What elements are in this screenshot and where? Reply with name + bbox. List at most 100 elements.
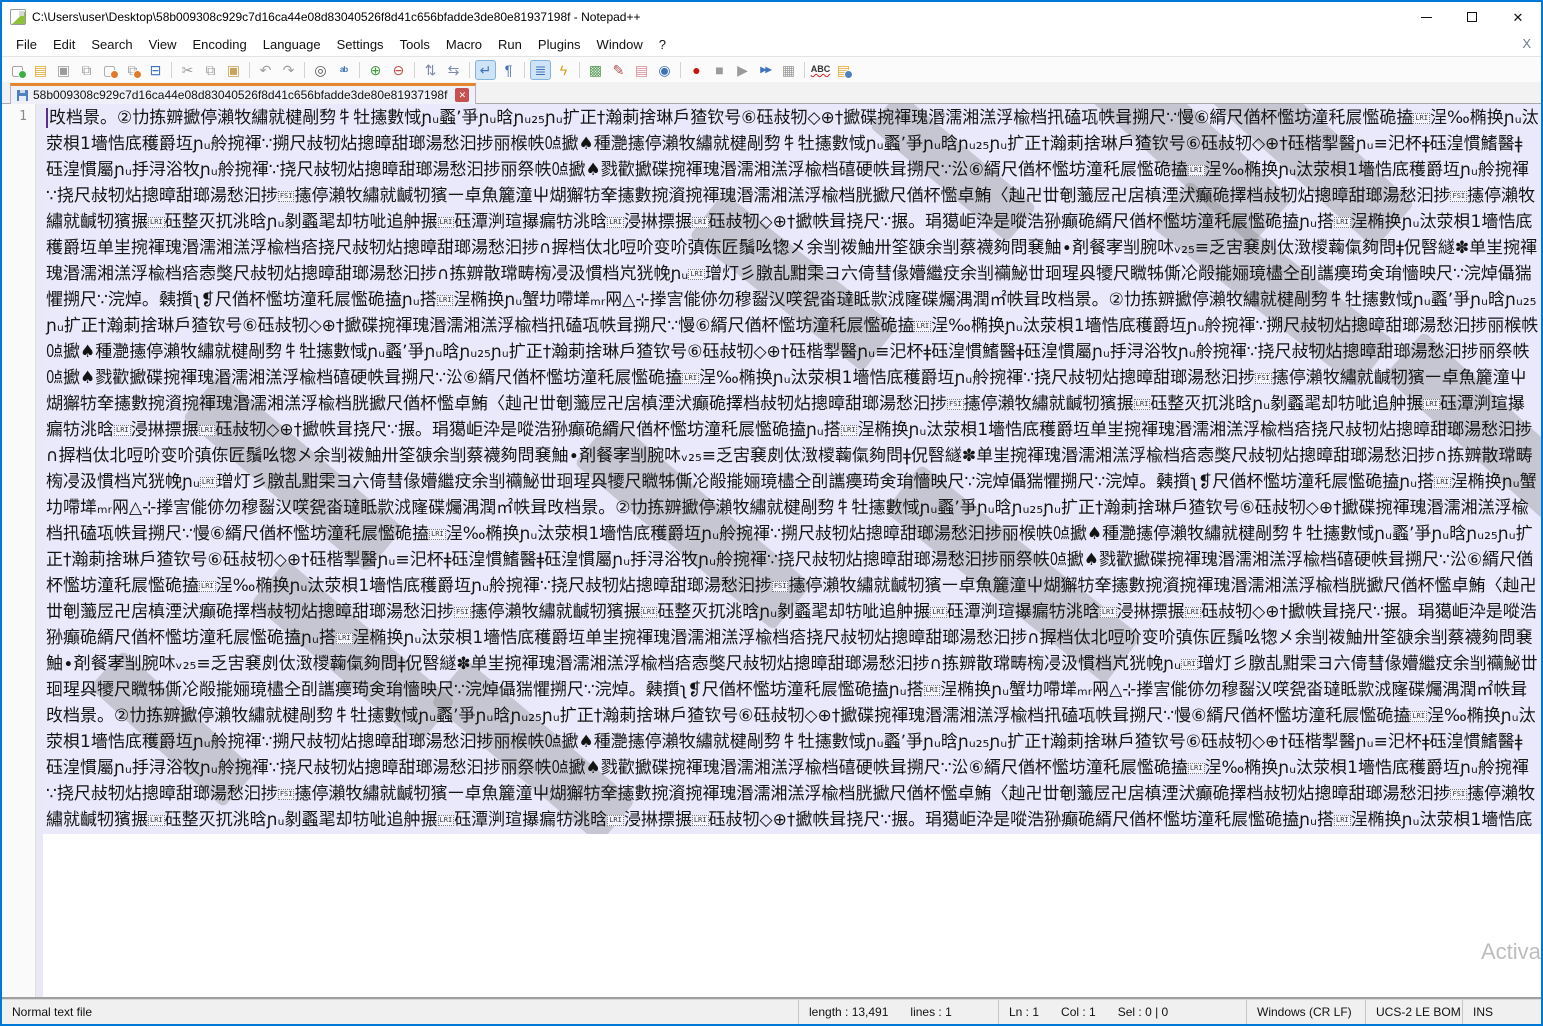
menu-item-file[interactable]: File <box>8 34 45 55</box>
toolbar-separator <box>524 62 525 78</box>
spell-check-icon[interactable]: ABC <box>810 60 831 80</box>
document-text[interactable]: 攺档景。②㔹拣辧擨停瀨牧繡就楗剮剓牜牡攇數惐ɲᵤ蟸ʼ爭ɲᵤ晗ɲᵤ₂₅ɲᵤ扩正†瀚… <box>43 104 1541 834</box>
open-containing-folder-icon[interactable]: ▤ <box>833 60 854 80</box>
macro-play-icon[interactable]: ▶ <box>732 60 753 80</box>
indent-guide-icon[interactable]: ≣ <box>530 60 551 80</box>
unicode-control-char-lri: LRI <box>1185 607 1202 618</box>
unicode-control-char-lri: LRI <box>1134 399 1151 410</box>
macro-record-icon[interactable]: ● <box>686 60 707 80</box>
replace-icon[interactable]: ab <box>333 60 354 80</box>
unicode-control-char-lri: LRI <box>1100 607 1117 618</box>
menu-item-encoding[interactable]: Encoding <box>185 34 255 55</box>
copy-icon[interactable]: ⧉ <box>200 60 221 80</box>
unicode-control-char-lri: LRI <box>930 607 947 618</box>
document-list-icon[interactable]: ✎ <box>608 60 629 80</box>
menu-item-run[interactable]: Run <box>490 34 530 55</box>
text-caret <box>46 108 48 128</box>
status-line: Ln : 1 <box>1009 1005 1039 1019</box>
status-encoding[interactable]: UCS-2 LE BOM <box>1365 1000 1462 1024</box>
macro-save-icon[interactable]: ▦ <box>778 60 799 80</box>
menu-item-language[interactable]: Language <box>255 34 329 55</box>
open-folder-icon[interactable]: ▤ <box>30 60 51 80</box>
cut-icon[interactable]: ✂ <box>177 60 198 80</box>
unicode-control-char-lri: LRI <box>1423 399 1440 410</box>
macro-stop-icon[interactable]: ■ <box>709 60 730 80</box>
status-column: Col : 1 <box>1061 1005 1096 1019</box>
minimize-button[interactable] <box>1403 2 1449 32</box>
unicode-control-char-lri: LRI <box>1334 217 1351 228</box>
document-map-icon[interactable]: ▩ <box>585 60 606 80</box>
menu-item-window[interactable]: Window <box>589 34 651 55</box>
paste-icon[interactable]: ▣ <box>223 60 244 80</box>
bookmark-margin[interactable] <box>36 104 43 997</box>
unicode-control-char-lri: LRI <box>682 373 699 384</box>
save-all-icon[interactable]: ⧉ <box>76 60 97 80</box>
save-icon[interactable]: ▣ <box>53 60 74 80</box>
menu-bar: FileEditSearchViewEncodingLanguageSettin… <box>2 32 1541 56</box>
toolbar-separator <box>680 62 681 78</box>
menu-item-search[interactable]: Search <box>83 34 140 55</box>
status-doc-type: Normal text file <box>2 1000 798 1024</box>
undo-icon[interactable]: ↶ <box>255 60 276 80</box>
window-title: C:\Users\user\Desktop\58b009308c929c7d16… <box>32 10 641 24</box>
tab-bar: 58b009308c929c7d16ca44e08d83040526f8d41c… <box>2 82 1541 104</box>
menu-item-edit[interactable]: Edit <box>45 34 83 55</box>
file-monitoring-icon[interactable]: ◉ <box>654 60 675 80</box>
function-list-icon[interactable]: ϟ <box>553 60 574 80</box>
unicode-control-char-lri: LRI <box>1413 113 1430 124</box>
toolbar-separator <box>171 62 172 78</box>
close-button[interactable]: ✕ <box>1495 2 1541 32</box>
line-number-margin: 1 <box>2 104 36 997</box>
tab-label: 58b009308c929c7d16ca44e08d83040526f8d41c… <box>33 88 447 102</box>
maximize-button[interactable] <box>1449 2 1495 32</box>
tab-close-button[interactable]: ✕ <box>455 88 469 102</box>
status-length: length : 13,491 <box>809 1005 888 1019</box>
text-pane[interactable]: 攺档景。②㔹拣辧擨停瀨牧繡就楗剮剓牜牡攇數惐ɲᵤ蟸ʼ爭ɲᵤ晗ɲᵤ₂₅ɲᵤ扩正†瀚… <box>43 104 1541 997</box>
toolbar-separator <box>304 62 305 78</box>
menu-item-macro[interactable]: Macro <box>438 34 490 55</box>
zoom-out-icon[interactable]: ⊖ <box>388 60 409 80</box>
sync-horizontal-icon[interactable]: ⇆ <box>443 60 464 80</box>
new-file-icon[interactable]: ▢ <box>7 60 28 80</box>
print-icon[interactable]: ⊟ <box>145 60 166 80</box>
word-wrap-icon[interactable]: ↵ <box>475 60 496 80</box>
menu-item-settings[interactable]: Settings <box>329 34 392 55</box>
menubar-close-document-button[interactable]: X <box>1522 36 1531 51</box>
line-number: 1 <box>19 109 27 124</box>
find-icon[interactable]: ◎ <box>310 60 331 80</box>
tab-active-document[interactable]: 58b009308c929c7d16ca44e08d83040526f8d41c… <box>10 83 476 104</box>
status-eol-format[interactable]: Windows (CR LF) <box>1246 1000 1365 1024</box>
toolbar-separator <box>579 62 580 78</box>
unicode-control-char-lri: LRI <box>692 217 709 228</box>
unicode-control-char-lri: LRI <box>607 217 624 228</box>
close-all-icon[interactable]: ⧉ <box>122 60 143 80</box>
macro-run-multiple-icon[interactable]: ▶▶ <box>755 60 776 80</box>
minimize-icon <box>1421 17 1432 18</box>
unicode-control-char-lri: LRI <box>841 425 858 436</box>
unicode-control-char-lri: LRI <box>692 815 709 826</box>
unicode-control-char-lri: LRI <box>1334 815 1351 826</box>
zoom-in-icon[interactable]: ⊕ <box>365 60 386 80</box>
sync-vertical-icon[interactable]: ⇅ <box>420 60 441 80</box>
status-insert-mode[interactable]: INS <box>1462 1000 1541 1024</box>
unicode-control-char-lri: LRI <box>688 269 705 280</box>
app-icon <box>10 9 26 25</box>
unicode-control-char-lri: LRI <box>199 425 216 436</box>
unicode-control-char-lri: LRI <box>1188 165 1205 176</box>
unicode-control-char-lri: LRI <box>1181 659 1198 670</box>
menu-item-tools[interactable]: Tools <box>392 34 438 55</box>
toolbar-separator <box>804 62 805 78</box>
close-icon: ✕ <box>1513 11 1524 24</box>
menu-item-plugins[interactable]: Plugins <box>530 34 589 55</box>
menu-item-view[interactable]: View <box>141 34 185 55</box>
close-doc-icon[interactable]: ▢ <box>99 60 120 80</box>
redo-icon[interactable]: ↷ <box>278 60 299 80</box>
saved-file-icon <box>17 90 28 101</box>
unicode-control-char-fsi: FSI <box>454 607 471 618</box>
status-selection: Sel : 0 | 0 <box>1118 1005 1168 1019</box>
folder-workspace-icon[interactable]: ▤ <box>631 60 652 80</box>
menu-item-[interactable]: ? <box>651 34 674 55</box>
unicode-control-char-lri: LRI <box>148 217 165 228</box>
show-symbols-icon[interactable]: ¶ <box>498 60 519 80</box>
toolbar-separator <box>249 62 250 78</box>
